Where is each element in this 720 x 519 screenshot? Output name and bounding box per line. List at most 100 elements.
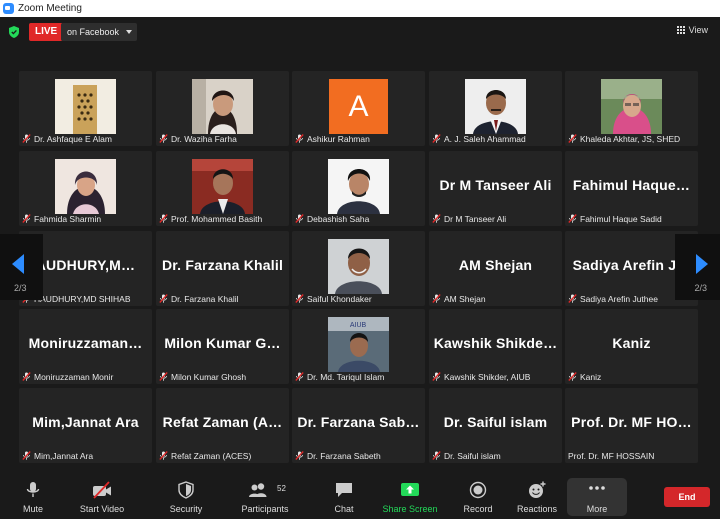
muted-mic-icon	[432, 134, 441, 143]
participant-tile[interactable]: Refat Zaman (A… Refat Zaman (ACES)	[156, 388, 289, 463]
participant-tile[interactable]: AM Shejan AM Shejan	[429, 231, 562, 306]
muted-mic-icon	[159, 294, 168, 303]
muted-mic-icon	[568, 134, 577, 143]
reactions-button[interactable]: Reactions	[514, 474, 560, 519]
view-button[interactable]: View	[676, 25, 708, 35]
participant-tile[interactable]: A. J. Saleh Ahammad	[429, 71, 562, 146]
security-shield-icon[interactable]	[9, 26, 19, 38]
share-screen-label: Share Screen	[382, 504, 438, 514]
participant-tile[interactable]: Saiful Khondaker	[292, 231, 425, 306]
participant-name-label: Mim,Jannat Ara	[22, 450, 93, 461]
participant-video	[55, 79, 116, 134]
muted-mic-icon	[159, 214, 168, 223]
participant-name: Dr. Ashfaque E Alam	[34, 133, 112, 144]
participant-tile[interactable]: AIUB Dr. Md. Tariqul Islam	[292, 309, 425, 384]
participant-display-name: Dr M Tanseer Ali	[439, 177, 552, 193]
participant-name: Refat Zaman (ACES)	[171, 450, 252, 461]
participant-name-label: A. J. Saleh Ahammad	[432, 133, 526, 144]
participants-label: Participants	[241, 504, 289, 514]
participants-button[interactable]: 52 Participants	[236, 474, 294, 519]
participant-video	[601, 79, 662, 134]
end-meeting-button[interactable]: End	[664, 487, 710, 507]
muted-mic-icon	[432, 214, 441, 223]
chat-button[interactable]: Chat	[326, 474, 362, 519]
live-destination-dropdown[interactable]: on Facebook	[61, 23, 138, 41]
participant-name-label: Dr. Waziha Farha	[159, 133, 237, 144]
participant-tile[interactable]: Fahimul Haque… Fahimul Haque Sadid	[565, 151, 698, 226]
gallery-view: Dr. Ashfaque E Alam Dr. Waziha Farha A Ashi…	[19, 71, 699, 466]
participant-tile[interactable]: Kaniz Kaniz	[565, 309, 698, 384]
muted-mic-icon	[432, 372, 441, 381]
participant-video	[328, 159, 389, 214]
record-icon	[469, 481, 487, 499]
share-screen-button[interactable]: Share Screen	[380, 474, 440, 519]
participant-display-name: Milon Kumar G…	[164, 335, 281, 351]
participant-video	[55, 159, 116, 214]
title-bar: Zoom Meeting	[0, 0, 720, 17]
participant-tile[interactable]: Debashish Saha	[292, 151, 425, 226]
participant-name: Milon Kumar Ghosh	[171, 371, 247, 382]
participant-tile[interactable]: Prof. Dr. MF HO… Prof. Dr. MF HOSSAIN	[565, 388, 698, 463]
participant-tile[interactable]: Milon Kumar G… Milon Kumar Ghosh	[156, 309, 289, 384]
participant-tile[interactable]: Fahmida Sharmin	[19, 151, 152, 226]
more-button[interactable]: More	[567, 478, 627, 516]
mute-label: Mute	[22, 504, 43, 514]
participant-display-name: Kawshik Shikde…	[433, 335, 558, 351]
participant-name: Dr. Farzana Khalil	[171, 293, 239, 304]
start-video-button[interactable]: Start Video	[74, 474, 130, 519]
page-indicator-right: 2/3	[694, 283, 707, 293]
participant-display-name: Dr. Saiful islam	[443, 414, 548, 430]
participant-tile[interactable]: Moniruzzaman… Moniruzzaman Monir	[19, 309, 152, 384]
participant-name-label: Dr M Tanseer Ali	[432, 213, 506, 224]
participant-tile[interactable]: Prof. Mohammed Basith	[156, 151, 289, 226]
previous-page-button[interactable]: 2/3	[0, 234, 43, 300]
muted-mic-icon	[295, 214, 304, 223]
live-badge[interactable]: LIVE	[29, 23, 64, 41]
meeting-top-bar: LIVE on Facebook View	[0, 17, 720, 47]
more-label: More	[586, 504, 608, 514]
participant-tile[interactable]: Mim,Jannat Ara Mim,Jannat Ara	[19, 388, 152, 463]
participant-tile[interactable]: Dr. Saiful islam Dr. Saiful islam	[429, 388, 562, 463]
svg-text:AIUB: AIUB	[350, 322, 367, 329]
participant-tile[interactable]: Dr. Ashfaque E Alam	[19, 71, 152, 146]
participant-tile[interactable]: Khaleda Akhtar, JS, SHED	[565, 71, 698, 146]
reactions-label: Reactions	[516, 504, 558, 514]
participant-tile[interactable]: Dr. Farzana Sab… Dr. Farzana Sabeth	[292, 388, 425, 463]
mute-button[interactable]: Mute	[14, 474, 52, 519]
video-off-icon	[93, 481, 111, 499]
participant-name-label: Fahimul Haque Sadid	[568, 213, 662, 224]
security-button[interactable]: Security	[164, 474, 208, 519]
muted-mic-icon	[22, 451, 31, 460]
participant-display-name: Moniruzzaman…	[28, 335, 143, 351]
participant-name: Kawshik Shikder, AIUB	[444, 371, 531, 382]
muted-mic-icon	[295, 134, 304, 143]
participant-tile[interactable]: Dr M Tanseer Ali Dr M Tanseer Ali	[429, 151, 562, 226]
window-title: Zoom Meeting	[18, 3, 82, 14]
muted-mic-icon	[22, 134, 31, 143]
record-button[interactable]: Record	[458, 474, 498, 519]
participant-tile[interactable]: A Ashikur Rahman	[292, 71, 425, 146]
chat-icon	[336, 483, 352, 497]
more-dots-icon	[589, 486, 605, 490]
participant-video	[465, 79, 526, 134]
participant-avatar: A	[329, 79, 388, 134]
shield-icon	[178, 481, 194, 499]
grid-view-icon	[676, 26, 685, 34]
participant-tile[interactable]: Kawshik Shikde… Kawshik Shikder, AIUB	[429, 309, 562, 384]
participant-name-label: Fahmida Sharmin	[22, 213, 101, 224]
participant-name: Kaniz	[580, 371, 602, 382]
participant-display-name: Refat Zaman (A…	[162, 414, 283, 430]
arrow-left-icon	[12, 254, 24, 274]
participant-name: Dr. Md. Tariqul Islam	[307, 371, 385, 382]
view-label: View	[688, 25, 708, 35]
participant-tile[interactable]: Dr. Farzana Khalil Dr. Farzana Khalil	[156, 231, 289, 306]
muted-mic-icon	[159, 372, 168, 381]
participant-tile[interactable]: Dr. Waziha Farha	[156, 71, 289, 146]
live-destination-label: on Facebook	[67, 27, 120, 37]
participant-name-label: Ashikur Rahman	[295, 133, 370, 144]
participant-name-label: AM Shejan	[432, 293, 486, 304]
record-label: Record	[463, 504, 493, 514]
participant-name: Fahmida Sharmin	[34, 213, 102, 224]
next-page-button[interactable]: 2/3	[675, 234, 720, 300]
page-indicator-left: 2/3	[14, 283, 27, 293]
